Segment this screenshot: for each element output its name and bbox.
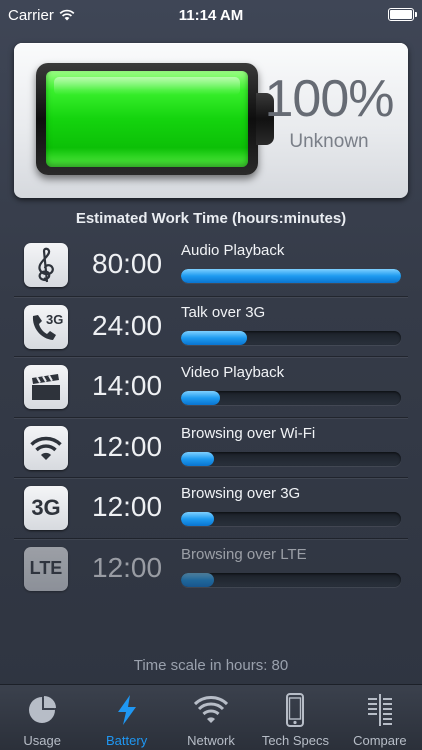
large-battery-icon (36, 63, 274, 175)
tab-tech-specs-label: Tech Specs (261, 733, 330, 748)
tab-bar: Usage Battery Network Tech Specs Compare (0, 684, 422, 750)
work-time-bar-fill (181, 330, 247, 345)
work-time-bar (181, 512, 401, 526)
list-item[interactable]: 3G 12:00 Browsing over 3G (14, 477, 408, 538)
tab-network-label: Network (187, 733, 235, 748)
battery-percentage: 100% (264, 70, 395, 128)
work-time-bar (181, 451, 401, 466)
work-time-bar-fill (181, 269, 401, 283)
music-note-icon (24, 243, 68, 287)
carrier-group: Carrier (8, 7, 75, 24)
work-time-value: 12:00 (92, 430, 163, 462)
list-item[interactable]: 80:00 Audio Playback (14, 235, 408, 296)
list-item[interactable]: 12:00 Browsing over Wi-Fi (14, 416, 408, 478)
tab-usage[interactable]: Usage (0, 685, 84, 750)
pie-chart-icon (29, 696, 57, 723)
work-time-bar-fill (181, 512, 214, 526)
battery-state: Unknown (289, 131, 369, 152)
tab-compare[interactable]: Compare (338, 685, 422, 750)
list-item[interactable]: 3G 24:00 Talk over 3G (14, 295, 408, 357)
work-time-label: Audio Playback (181, 242, 285, 259)
status-bar: Carrier 11:14 AM (0, 0, 422, 30)
work-time-bar (181, 572, 401, 587)
3g-icon: 3G (24, 486, 68, 530)
work-time-bar-fill (181, 391, 220, 405)
tab-network[interactable]: Network (169, 685, 253, 750)
work-time-label: Browsing over LTE (181, 545, 307, 563)
wifi-icon (24, 425, 68, 470)
wifi-signal-icon (59, 9, 75, 21)
work-time-bar-fill (181, 572, 214, 587)
compare-icon (367, 694, 392, 726)
work-time-label: Video Playback (181, 364, 285, 381)
work-time-list: 80:00 Audio Playback 3G 24:00 Talk over … (14, 235, 408, 598)
work-time-label: Browsing over 3G (181, 485, 301, 502)
battery-screen: Carrier 11:14 AM 100% Unknown Estimated … (0, 0, 422, 750)
status-battery-icon (388, 8, 417, 21)
tab-compare-label: Compare (353, 733, 407, 748)
tab-tech-specs[interactable]: Tech Specs (253, 685, 337, 750)
work-time-label: Browsing over Wi-Fi (181, 424, 316, 442)
tab-usage-label: Usage (23, 733, 61, 748)
status-battery-fill (390, 10, 412, 19)
work-time-value: 80:00 (92, 248, 163, 279)
list-item[interactable]: LTE 12:00 Browsing over LTE (14, 537, 408, 599)
work-time-label: Talk over 3G (181, 303, 266, 321)
tab-battery-label: Battery (106, 733, 148, 748)
status-battery-tip (415, 12, 417, 17)
phone-icon (286, 693, 305, 727)
battery-charge-fill (46, 71, 248, 167)
clapperboard-icon (24, 365, 68, 409)
work-time-value: 24:00 (92, 309, 163, 341)
work-time-bar (181, 269, 401, 283)
lte-icon: LTE (24, 546, 68, 591)
svg-text:3G: 3G (46, 312, 63, 327)
phone-3g-icon: 3G (24, 304, 68, 349)
work-time-bar (181, 391, 401, 405)
time-scale-label: Time scale in hours: 80 (133, 657, 289, 674)
work-time-value: 12:00 (92, 491, 163, 522)
lightning-icon (117, 695, 136, 725)
battery-shine (54, 77, 240, 95)
work-time-value: 12:00 (92, 551, 163, 583)
carrier-label: Carrier (8, 6, 54, 24)
work-time-bar-fill (181, 451, 214, 466)
wifi-icon (194, 696, 229, 723)
work-time-value: 14:00 (92, 370, 163, 401)
list-item[interactable]: 14:00 Video Playback (14, 356, 408, 417)
work-time-title: Estimated Work Time (hours:minutes) (75, 210, 347, 227)
work-time-bar (181, 330, 401, 345)
tab-battery[interactable]: Battery (84, 685, 168, 750)
battery-panel: 100% Unknown (14, 43, 408, 198)
